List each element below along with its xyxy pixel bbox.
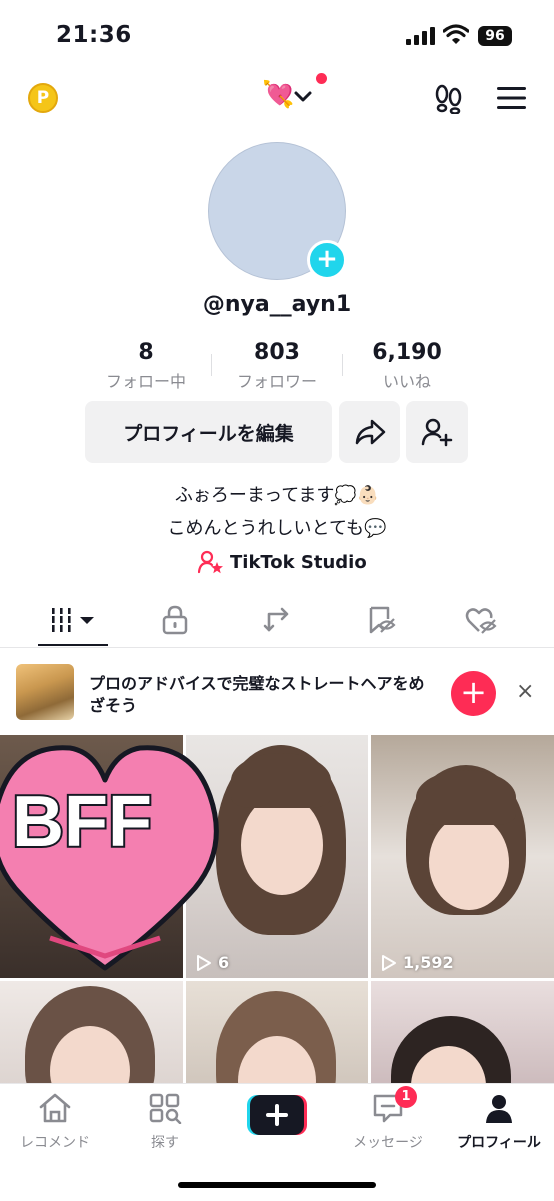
nav-item-inbox[interactable]: メッセージ — [333, 1092, 443, 1152]
create-plus-icon[interactable] — [247, 1095, 307, 1135]
tab-liked[interactable] — [456, 600, 506, 640]
tab-private[interactable] — [150, 600, 200, 640]
view-count: 1,592 — [381, 953, 454, 972]
tab-favorites[interactable] — [356, 600, 406, 640]
person-icon — [486, 1095, 512, 1123]
nav-item-profile[interactable]: プロフィール — [444, 1092, 554, 1152]
tab-videos[interactable] — [38, 600, 108, 640]
stat-followers[interactable]: 803 フォロワー — [212, 340, 342, 392]
bookmark-hidden-icon — [369, 606, 396, 634]
stat-likes-count: 6,190 — [372, 340, 442, 365]
add-avatar-button[interactable]: + — [307, 240, 347, 280]
wifi-icon — [443, 24, 469, 44]
add-friend-icon — [421, 418, 453, 447]
share-profile-button[interactable] — [339, 401, 400, 463]
studio-label: TikTok Studio — [230, 551, 367, 573]
signal-icon — [406, 27, 435, 45]
search-grid-icon — [149, 1093, 182, 1125]
bff-text: BFF — [12, 782, 152, 862]
profile-handle: @nya__ayn1 — [202, 292, 352, 317]
tiktok-studio-link[interactable]: TikTok Studio — [198, 550, 367, 574]
grid-bars-icon — [51, 608, 94, 632]
tab-divider — [0, 647, 554, 648]
active-tab-indicator — [38, 644, 108, 646]
stat-likes[interactable]: 6,190 いいね — [342, 340, 472, 392]
notification-dot — [316, 73, 327, 84]
video-thumbnail[interactable] — [371, 981, 554, 1091]
video-thumbnail[interactable] — [186, 981, 368, 1091]
ad-follow-button[interactable]: + — [451, 671, 496, 716]
studio-person-icon — [198, 550, 223, 574]
stat-followers-label: フォロワー — [236, 372, 317, 391]
home-indicator — [178, 1182, 376, 1188]
chevron-down-icon[interactable] — [293, 90, 313, 104]
edit-profile-button[interactable]: プロフィールを編集 — [85, 401, 332, 463]
nav-item-home[interactable]: レコメンド — [0, 1092, 110, 1152]
menu-icon[interactable] — [497, 86, 527, 110]
battery-indicator: 96 — [478, 26, 512, 46]
nav-item-explore[interactable]: 探す — [110, 1092, 220, 1152]
stat-following-count: 8 — [138, 340, 154, 365]
ad-close-button[interactable]: × — [516, 679, 534, 704]
video-thumbnail[interactable] — [0, 981, 183, 1091]
message-badge: 1 — [395, 1086, 417, 1108]
stat-followers-count: 803 — [254, 340, 300, 365]
repost-icon — [263, 607, 289, 632]
tab-reposts[interactable] — [252, 600, 302, 640]
bio-line: ふぉろーまってます💭👶🏻 — [174, 485, 380, 506]
lock-icon — [162, 605, 188, 635]
find-friends-button[interactable] — [406, 401, 468, 463]
stat-following-label: フォロー中 — [105, 372, 186, 391]
account-emoji[interactable]: 💘 — [262, 80, 294, 110]
stat-likes-label: いいね — [382, 372, 431, 391]
share-icon — [355, 419, 385, 445]
bff-heart-sticker: BFF — [0, 745, 219, 971]
coin-icon[interactable]: P — [28, 83, 58, 113]
footprints-icon[interactable] — [434, 84, 464, 114]
heart-hidden-icon — [465, 608, 497, 634]
play-icon — [382, 954, 396, 971]
stat-following[interactable]: 8 フォロー中 — [81, 340, 211, 392]
bio-line: こめんとうれしいとても💬 — [167, 518, 387, 539]
home-icon — [39, 1093, 71, 1123]
status-time: 21:36 — [56, 22, 132, 48]
video-thumbnail[interactable]: 1,592 — [371, 735, 554, 978]
